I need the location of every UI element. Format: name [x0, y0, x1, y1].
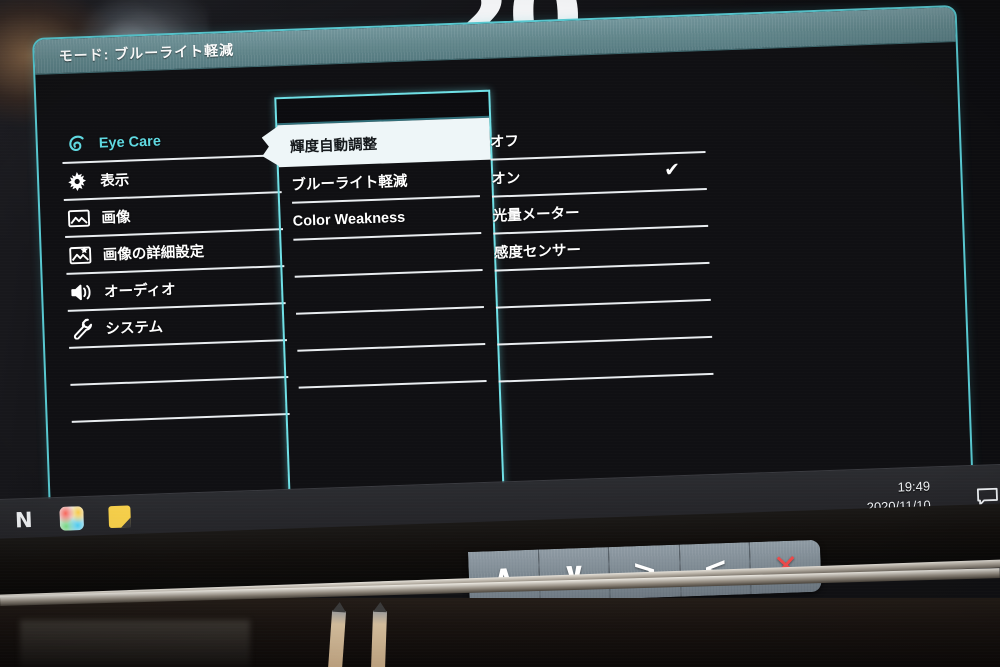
osd-left-menu: Eye Care 表示 画像 画像の詳細設定 オーディオ システム [61, 119, 290, 423]
sticky-note-icon[interactable] [106, 503, 133, 530]
sidebar-item-label: 画像の詳細設定 [102, 243, 205, 264]
n-app-glyph: N [14, 507, 33, 533]
sidebar-item-label: 画像 [101, 209, 131, 227]
option-empty[interactable] [499, 375, 715, 420]
clock-time: 19:49 [897, 478, 931, 495]
speaker-icon [67, 279, 96, 304]
n-app-icon[interactable]: N [10, 507, 37, 534]
osd-right-menu: オフ オン ✔ 光量メーター 感度センサー [489, 116, 714, 420]
picture-advanced-icon [65, 242, 94, 267]
sidebar-item-label: 表示 [99, 172, 130, 190]
photos-icon[interactable] [58, 505, 85, 532]
sidebar-item-label: オーディオ [103, 282, 176, 301]
middle-item-auto-brightness[interactable]: 輝度自動調整 [277, 117, 491, 168]
middle-item-label: Color Weakness [292, 209, 406, 230]
display-icon [63, 168, 92, 193]
middle-item-label: ブルーライト軽減 [291, 173, 408, 194]
option-label: オン [491, 170, 521, 188]
option-label: オフ [489, 133, 520, 151]
taskbar-icon-group: N [10, 503, 133, 533]
wrench-icon [68, 316, 97, 341]
sticky-note-icon-shape [108, 505, 132, 529]
option-label: 感度センサー [493, 242, 582, 262]
check-icon: ✔ [663, 159, 681, 181]
picture-icon [64, 205, 93, 230]
eye-care-icon [61, 132, 90, 157]
monitor-stand-shadow [20, 620, 250, 667]
photos-icon-shape [59, 506, 85, 531]
option-label: 光量メーター [492, 205, 580, 225]
middle-item-label: 輝度自動調整 [289, 136, 378, 156]
photo-stage: 20 モード: ブルーライト軽減 Eye Care [0, 0, 1000, 667]
sidebar-item-label: Eye Care [98, 132, 162, 152]
osd-mode-label: モード: ブルーライト軽減 [58, 41, 235, 65]
middle-item-empty[interactable] [299, 382, 488, 426]
sidebar-item-empty[interactable] [70, 378, 290, 423]
sidebar-item-label: システム [105, 319, 164, 338]
pencil [370, 610, 388, 667]
